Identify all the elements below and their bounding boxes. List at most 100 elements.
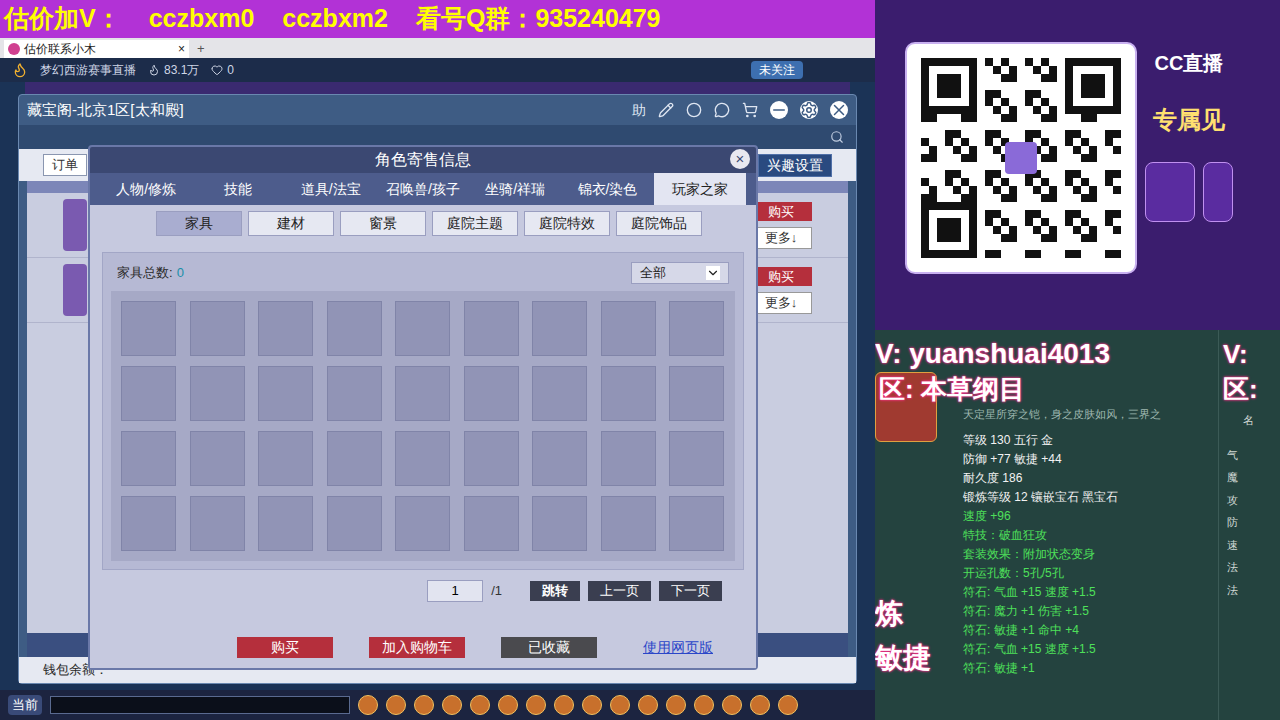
furniture-slot[interactable] (395, 431, 450, 486)
taskbar-app-icon[interactable] (498, 695, 518, 715)
furniture-slot[interactable] (464, 301, 519, 356)
filter-dropdown[interactable]: 全部 (631, 262, 729, 284)
more-button[interactable]: 更多↓ (750, 227, 812, 249)
furniture-slot[interactable] (258, 366, 313, 421)
taskbar-app-icon[interactable] (526, 695, 546, 715)
order-button[interactable]: 订单 (43, 154, 87, 176)
action-button[interactable]: 使用网页版 (643, 637, 713, 658)
dialog-tab[interactable]: 道具/法宝 (285, 173, 377, 205)
furniture-slot[interactable] (190, 301, 245, 356)
stream-title: 梦幻西游赛事直播 (40, 61, 136, 79)
furniture-slot[interactable] (258, 496, 313, 551)
furniture-slot[interactable] (258, 431, 313, 486)
minimize-icon[interactable] (770, 101, 788, 119)
furniture-slot[interactable] (464, 496, 519, 551)
subtab[interactable]: 庭院主题 (432, 211, 518, 236)
prev-button[interactable]: 上一页 (588, 581, 651, 601)
taskbar-app-icon[interactable] (750, 695, 770, 715)
buy-button[interactable]: 购买 (750, 267, 812, 287)
overlay-zone2: 区: (1223, 372, 1280, 406)
furniture-slot[interactable] (464, 431, 519, 486)
dialog-tab[interactable]: 技能 (192, 173, 284, 205)
furniture-slot[interactable] (669, 301, 724, 356)
taskbar-app-icon[interactable] (442, 695, 462, 715)
taskbar-app-icon[interactable] (414, 695, 434, 715)
furniture-slot[interactable] (532, 496, 587, 551)
buy-button[interactable]: 购买 (750, 202, 812, 222)
furniture-slot[interactable] (327, 431, 382, 486)
cart-icon[interactable] (742, 102, 758, 118)
furniture-slot[interactable] (327, 366, 382, 421)
furniture-slot[interactable] (532, 366, 587, 421)
jump-button[interactable]: 跳转 (530, 581, 580, 601)
interest-button[interactable]: 兴趣设置 (758, 154, 832, 177)
dialog-close[interactable]: × (730, 149, 750, 169)
furniture-slot[interactable] (121, 431, 176, 486)
furniture-slot[interactable] (601, 431, 656, 486)
dialog-tab[interactable]: 坐骑/祥瑞 (469, 173, 561, 205)
browser-tab[interactable]: 估价联系小木× (4, 40, 189, 58)
follow-button[interactable]: 未关注 (751, 61, 803, 79)
dialog-tab[interactable]: 召唤兽/孩子 (377, 173, 469, 205)
furniture-slot[interactable] (121, 366, 176, 421)
left-area: 估价加V：cczbxm0cczbxm2看号Q群：935240479估价联系小木×… (0, 0, 875, 720)
subtab[interactable]: 庭院饰品 (616, 211, 702, 236)
taskbar-app-icon[interactable] (470, 695, 490, 715)
dialog-tab[interactable]: 玩家之家 (654, 173, 746, 205)
taskbar-app-icon[interactable] (694, 695, 714, 715)
action-button[interactable]: 加入购物车 (369, 637, 465, 658)
furniture-slot[interactable] (395, 366, 450, 421)
subtab[interactable]: 家具 (156, 211, 242, 236)
settings-icon[interactable] (800, 101, 818, 119)
furniture-slot[interactable] (601, 301, 656, 356)
furniture-slot[interactable] (258, 301, 313, 356)
taskbar-app-icon[interactable] (638, 695, 658, 715)
taskbar-app-icon[interactable] (778, 695, 798, 715)
furniture-slot[interactable] (532, 301, 587, 356)
dialog-tab[interactable]: 人物/修炼 (100, 173, 192, 205)
furniture-slot[interactable] (669, 496, 724, 551)
next-button[interactable]: 下一页 (659, 581, 722, 601)
close-icon[interactable] (830, 101, 848, 119)
subtab[interactable]: 庭院特效 (524, 211, 610, 236)
taskbar-app-icon[interactable] (582, 695, 602, 715)
help-button[interactable]: 助 (632, 100, 646, 121)
action-button[interactable]: 购买 (237, 637, 333, 658)
taskbar-app-icon[interactable] (722, 695, 742, 715)
new-tab[interactable]: + (193, 39, 209, 59)
taskbar-app-icon[interactable] (554, 695, 574, 715)
furniture-slot[interactable] (121, 496, 176, 551)
taskbar-app-icon[interactable] (610, 695, 630, 715)
more-button[interactable]: 更多↓ (750, 292, 812, 314)
taskbar-app-icon[interactable] (358, 695, 378, 715)
record-icon[interactable] (686, 102, 702, 118)
furniture-slot[interactable] (121, 301, 176, 356)
action-button[interactable]: 已收藏 (501, 637, 597, 658)
furniture-slot[interactable] (327, 301, 382, 356)
page-input[interactable]: 1 (427, 580, 483, 602)
search-icon[interactable] (830, 130, 844, 144)
furniture-slot[interactable] (669, 431, 724, 486)
qr-card (905, 42, 1137, 274)
item-stat: 符石: 敏捷 +1 命中 +4 (963, 621, 1218, 640)
taskbar-label[interactable]: 当前 (8, 695, 42, 715)
subtab[interactable]: 建材 (248, 211, 334, 236)
furniture-slot[interactable] (669, 366, 724, 421)
furniture-slot[interactable] (395, 496, 450, 551)
furniture-slot[interactable] (532, 431, 587, 486)
furniture-slot[interactable] (190, 496, 245, 551)
furniture-slot[interactable] (327, 496, 382, 551)
tab-close[interactable]: × (178, 40, 185, 58)
chat-icon[interactable] (714, 102, 730, 118)
furniture-slot[interactable] (395, 301, 450, 356)
furniture-slot[interactable] (190, 431, 245, 486)
subtab[interactable]: 窗景 (340, 211, 426, 236)
furniture-slot[interactable] (601, 496, 656, 551)
taskbar-app-icon[interactable] (386, 695, 406, 715)
edit-icon[interactable] (658, 102, 674, 118)
furniture-slot[interactable] (601, 366, 656, 421)
dialog-tab[interactable]: 锦衣/染色 (561, 173, 653, 205)
furniture-slot[interactable] (464, 366, 519, 421)
taskbar-app-icon[interactable] (666, 695, 686, 715)
furniture-slot[interactable] (190, 366, 245, 421)
